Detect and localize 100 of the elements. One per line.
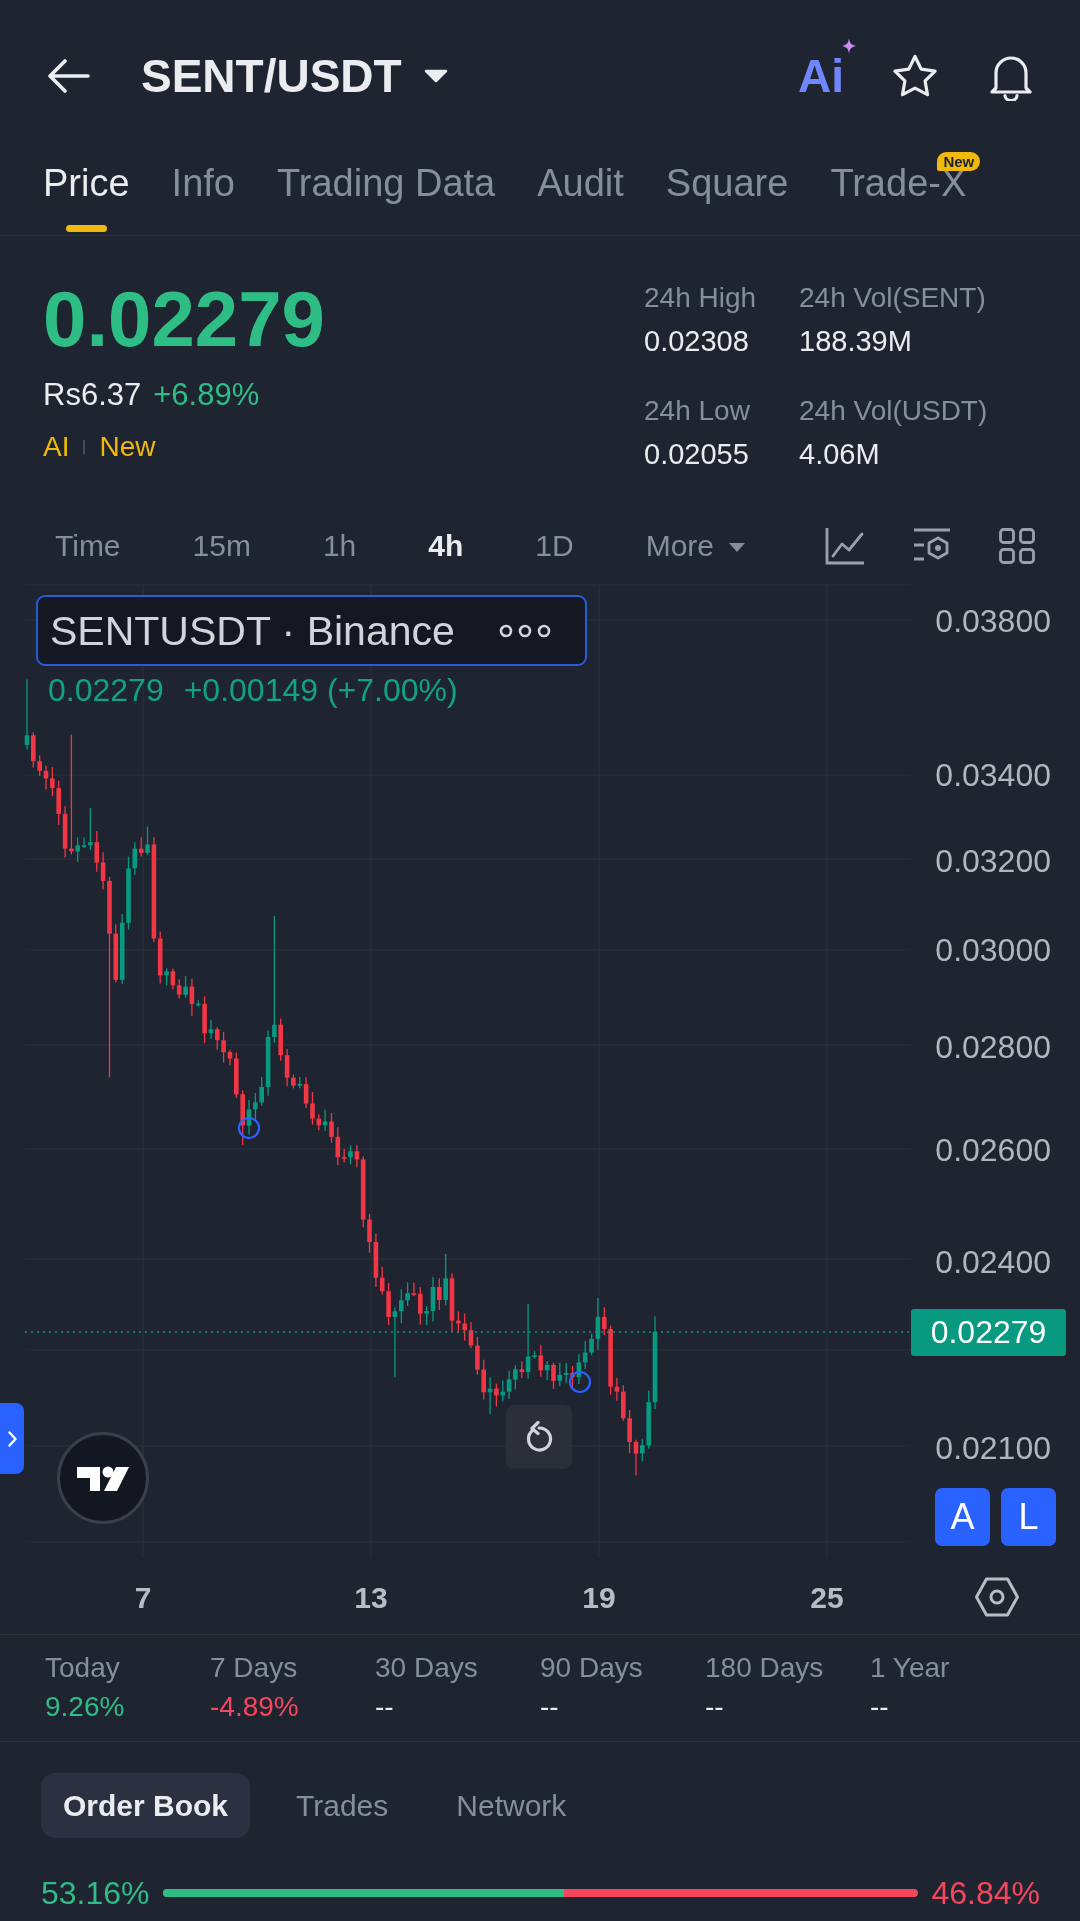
more-icon[interactable] bbox=[499, 623, 551, 638]
period-change: -- bbox=[375, 1691, 395, 1723]
falling-candle bbox=[189, 978, 195, 1017]
date-axis-label: 13 bbox=[354, 1581, 388, 1614]
price-axis-label: 0.03800 bbox=[935, 603, 1051, 639]
price-axis-label: 0.02400 bbox=[935, 1244, 1051, 1280]
scale-button[interactable]: A bbox=[935, 1488, 990, 1546]
settings-icon[interactable] bbox=[974, 1577, 1020, 1617]
falling-candle bbox=[138, 836, 144, 858]
tab[interactable]: Audit bbox=[537, 152, 624, 232]
price-axis-label: 0.03200 bbox=[935, 843, 1051, 879]
interval-tab[interactable]: More bbox=[645, 527, 747, 564]
side-panel-toggle[interactable] bbox=[0, 1403, 24, 1474]
price-axis-label: 0.02800 bbox=[935, 1029, 1051, 1065]
rising-candle bbox=[196, 999, 201, 1008]
falling-candle bbox=[494, 1382, 499, 1408]
symbol-legend[interactable]: SENTUSDT · Binance bbox=[36, 595, 587, 666]
tab[interactable]: Order Book bbox=[41, 1773, 251, 1838]
date-axis-label: 7 bbox=[134, 1581, 152, 1614]
falling-candle bbox=[519, 1360, 525, 1379]
token-tag[interactable]: AI bbox=[43, 430, 70, 464]
rising-candle bbox=[145, 825, 150, 856]
price-axis-label: 0.02600 bbox=[935, 1132, 1051, 1168]
price-axis-label: 0.03000 bbox=[935, 932, 1051, 968]
tab[interactable]: Square bbox=[665, 152, 789, 232]
price-axis-label: 0.02100 bbox=[935, 1430, 1051, 1466]
stat-value: 0.02055 bbox=[644, 438, 750, 470]
caret-down-icon[interactable] bbox=[423, 69, 448, 83]
rising-candle bbox=[322, 1109, 328, 1132]
pair-title[interactable]: SENT/USDT bbox=[141, 48, 402, 104]
rising-candle bbox=[487, 1376, 493, 1415]
period-change: -4.89% bbox=[210, 1691, 300, 1723]
period-label: Today bbox=[45, 1652, 121, 1684]
period-label: 90 Days bbox=[540, 1652, 644, 1684]
stat-value: 188.39M bbox=[799, 325, 913, 357]
tab[interactable]: Price bbox=[43, 152, 130, 232]
interval-tab[interactable]: 4h bbox=[428, 527, 464, 564]
line-chart-icon[interactable] bbox=[825, 526, 865, 565]
period-label: 180 Days bbox=[705, 1652, 825, 1684]
buy-ratio: 53.16% bbox=[41, 1874, 150, 1913]
period-change: -- bbox=[540, 1691, 560, 1723]
interval-tab[interactable]: Time bbox=[55, 527, 121, 564]
interval-tab[interactable]: 15m bbox=[192, 527, 251, 564]
period-label: 30 Days bbox=[375, 1652, 479, 1684]
token-tag[interactable]: New bbox=[99, 430, 156, 464]
grid-layout-icon[interactable] bbox=[999, 527, 1035, 564]
interval-tab[interactable]: 1D bbox=[535, 527, 574, 564]
last-price: 0.02279 bbox=[43, 280, 325, 358]
fiat-price: Rs6.37 bbox=[43, 377, 142, 413]
falling-candle bbox=[551, 1361, 556, 1390]
tab[interactable]: Info bbox=[171, 152, 235, 232]
event-marker-icon[interactable] bbox=[237, 1116, 261, 1140]
last-price-tag: 0.02279 bbox=[911, 1309, 1066, 1356]
legend-price: 0.02279 bbox=[48, 672, 164, 708]
period-change: -- bbox=[870, 1691, 890, 1723]
ai-button[interactable]: Ai bbox=[798, 38, 856, 102]
tab[interactable]: Trade-X New bbox=[830, 152, 981, 232]
rising-candle bbox=[544, 1360, 550, 1381]
period-change: -- bbox=[705, 1691, 725, 1723]
sparkle-icon bbox=[842, 38, 856, 54]
event-marker-icon[interactable] bbox=[568, 1370, 592, 1394]
period-label: 7 Days bbox=[210, 1652, 299, 1684]
rising-candle bbox=[183, 975, 188, 999]
period-label: 1 Year bbox=[870, 1652, 951, 1684]
star-icon[interactable] bbox=[892, 54, 938, 98]
sell-ratio: 46.84% bbox=[931, 1874, 1040, 1913]
stat-label: 24h Low bbox=[644, 395, 751, 427]
tab[interactable]: Network bbox=[434, 1773, 589, 1838]
back-arrow-icon[interactable] bbox=[48, 59, 90, 93]
reset-icon bbox=[524, 1421, 554, 1453]
rising-candle bbox=[443, 1253, 448, 1307]
falling-candle bbox=[202, 995, 207, 1044]
rising-candle bbox=[348, 1144, 353, 1165]
price-axis-label: 0.03400 bbox=[935, 757, 1051, 793]
period-change: 9.26% bbox=[45, 1691, 126, 1723]
stat-label: 24h Vol(SENT) bbox=[799, 282, 987, 314]
tab[interactable]: Trading Data bbox=[276, 152, 496, 232]
interval-tab[interactable]: 1h bbox=[322, 527, 357, 564]
date-axis-label: 25 bbox=[810, 1581, 844, 1614]
reset-button[interactable] bbox=[506, 1405, 572, 1469]
rising-candle bbox=[164, 967, 169, 986]
stat-label: 24h Vol(USDT) bbox=[799, 395, 989, 427]
caret-down-icon bbox=[728, 542, 747, 554]
legend-change: +0.00149 (+7.00%) bbox=[183, 672, 458, 708]
stat-label: 24h High bbox=[644, 282, 758, 314]
rising-candle bbox=[297, 1076, 303, 1089]
falling-candle bbox=[538, 1344, 544, 1378]
stat-value: 0.02308 bbox=[644, 325, 750, 357]
logo-icon[interactable] bbox=[57, 1432, 149, 1524]
scale-button[interactable]: L bbox=[1001, 1488, 1056, 1546]
chevron-right-icon bbox=[7, 1430, 17, 1447]
symbol-name: SENTUSDT · Binance bbox=[50, 606, 455, 655]
stat-value: 4.06M bbox=[799, 438, 881, 470]
rising-candle bbox=[208, 1019, 214, 1040]
falling-candle bbox=[437, 1277, 442, 1311]
price-change: +6.89% bbox=[153, 377, 260, 413]
new-badge: New bbox=[937, 152, 981, 171]
falling-candle bbox=[570, 1365, 575, 1389]
tab[interactable]: Trades bbox=[274, 1773, 411, 1838]
date-axis-label: 19 bbox=[582, 1581, 616, 1614]
